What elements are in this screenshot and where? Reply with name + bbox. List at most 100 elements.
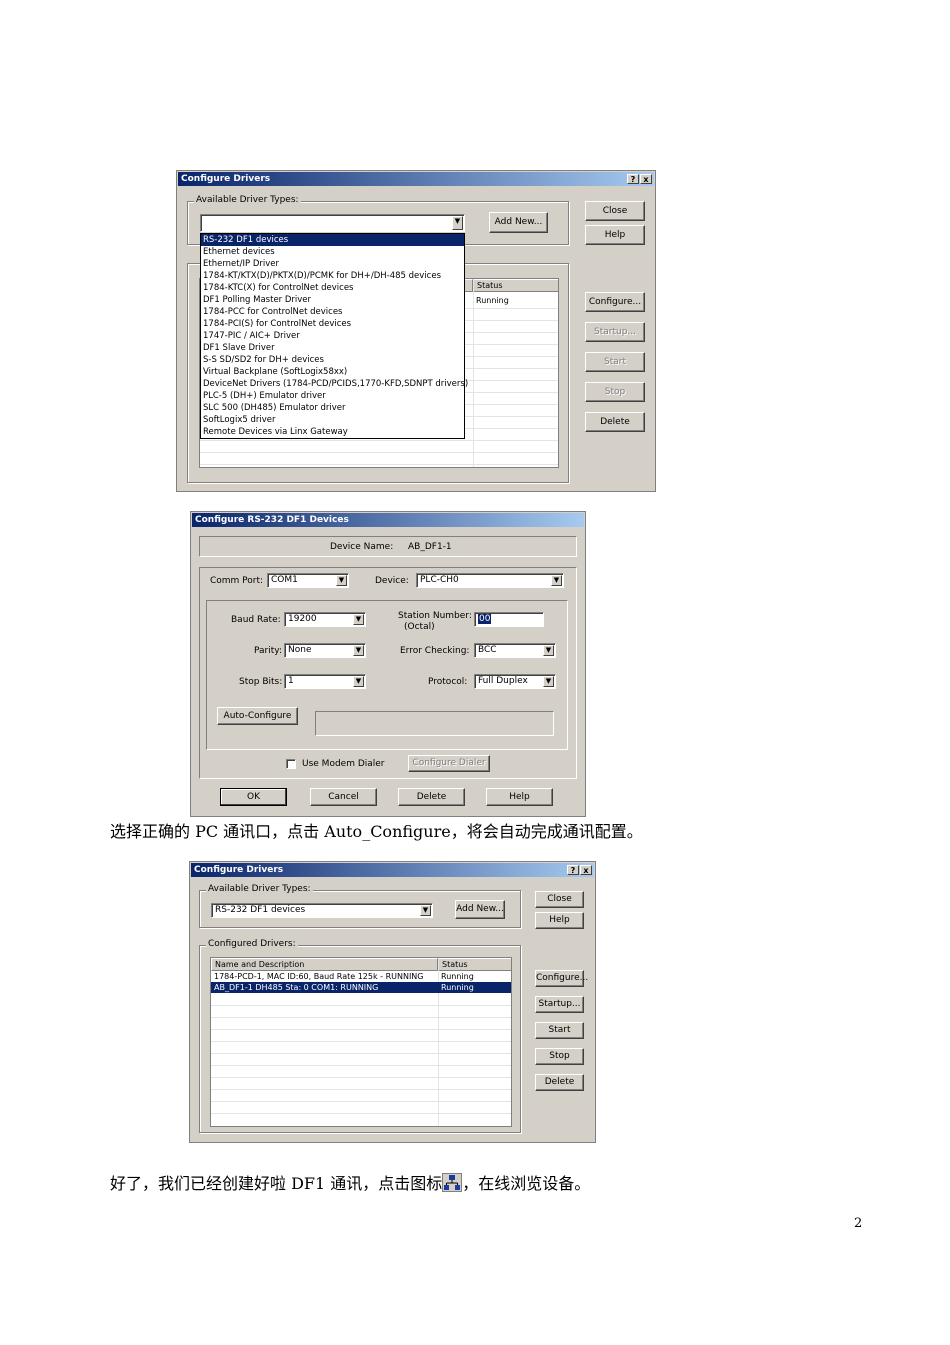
list-item[interactable]: 1747-PIC / AIC+ Driver [201, 330, 464, 342]
station-number-sublabel: (Octal) [404, 622, 435, 632]
list-item[interactable]: DeviceNet Drivers (1784-PCD/PCIDS,1770-K… [201, 378, 468, 390]
list-item[interactable]: 1784-KTC(X) for ControlNet devices [201, 282, 464, 294]
baud-rate-select[interactable]: 19200 ▼ [284, 612, 366, 627]
parity-label: Parity: [254, 646, 282, 656]
error-checking-label: Error Checking: [400, 646, 470, 656]
configured-drivers-label: Configured Drivers: [206, 939, 298, 949]
startup-button[interactable]: Startup... [535, 996, 584, 1013]
column-header-name[interactable]: Name and Description [211, 958, 438, 971]
driver-type-select[interactable]: ▼ [200, 214, 465, 232]
help-icon[interactable]: ? [567, 865, 579, 875]
help-icon[interactable]: ? [627, 174, 639, 184]
list-item[interactable]: DF1 Slave Driver [201, 342, 464, 354]
device-name-panel: Device Name: AB_DF1-1 [199, 536, 577, 557]
list-item[interactable]: Remote Devices via Linx Gateway [201, 426, 464, 438]
column-header-status[interactable]: Status [438, 958, 511, 971]
dialog-title: Configure Drivers ? x [178, 172, 654, 186]
chevron-down-icon[interactable]: ▼ [353, 645, 364, 656]
configure-drivers-dialog-2: Configure Drivers ? x Available Driver T… [189, 861, 596, 1143]
configure-button[interactable]: Configure... [535, 970, 588, 987]
chevron-down-icon[interactable]: ▼ [543, 645, 554, 656]
help-button[interactable]: Help [486, 788, 553, 806]
configure-drivers-dialog-1: Configure Drivers ? x Available Driver T… [176, 170, 656, 492]
list-item[interactable]: 1784-KT/KTX(D)/PKTX(D)/PCMK for DH+/DH-4… [201, 270, 464, 282]
start-button[interactable]: Start [585, 352, 645, 372]
parity-select[interactable]: None ▼ [284, 643, 366, 658]
baud-rate-label: Baud Rate: [231, 615, 281, 625]
list-item[interactable]: RS-232 DF1 devices [201, 234, 464, 246]
station-number-input[interactable]: 00 [474, 612, 544, 627]
add-new-button[interactable]: Add New... [455, 900, 505, 919]
list-item[interactable]: Ethernet devices [201, 246, 464, 258]
stop-button[interactable]: Stop [535, 1048, 584, 1065]
chevron-down-icon[interactable]: ▼ [420, 905, 431, 916]
driver-type-select[interactable]: RS-232 DF1 devices ▼ [211, 903, 433, 918]
station-number-label: Station Number: [398, 611, 472, 621]
column-header-status[interactable]: Status [473, 279, 558, 292]
close-button[interactable]: Close [585, 201, 645, 221]
list-item[interactable]: 1784-PCI(S) for ControlNet devices [201, 318, 464, 330]
name-cell: 1784-PCD-1, MAC ID:60, Baud Rate 125k - … [214, 972, 424, 981]
stop-bits-label: Stop Bits: [239, 677, 283, 687]
error-checking-select[interactable]: BCC ▼ [474, 643, 556, 658]
list-item[interactable]: 1784-PCC for ControlNet devices [201, 306, 464, 318]
add-new-button[interactable]: Add New... [489, 212, 548, 233]
instruction-paragraph-1: 选择正确的 PC 通讯口，点击 Auto_Configure，将会自动完成通讯配… [110, 822, 643, 841]
delete-button[interactable]: Delete [535, 1074, 584, 1091]
chevron-down-icon[interactable]: ▼ [551, 575, 562, 586]
startup-button[interactable]: Startup... [585, 322, 645, 342]
status-cell: Running [441, 983, 474, 992]
delete-button[interactable]: Delete [585, 412, 645, 432]
instruction-paragraph-2: 好了，我们已经创建好啦 DF1 通讯，点击图标 ，在线浏览设备。 [110, 1173, 591, 1193]
close-icon[interactable]: x [580, 865, 592, 875]
auto-configure-status-box [315, 711, 554, 736]
chevron-down-icon[interactable]: ▼ [336, 575, 347, 586]
configure-rs232-dialog: Configure RS-232 DF1 Devices Device Name… [190, 511, 586, 817]
list-item[interactable]: SLC 500 (DH485) Emulator driver [201, 402, 464, 414]
comm-port-select[interactable]: COM1 ▼ [267, 573, 349, 588]
delete-button[interactable]: Delete [398, 788, 465, 806]
start-button[interactable]: Start [535, 1022, 584, 1039]
list-item[interactable]: Ethernet/IP Driver [201, 258, 464, 270]
table-row[interactable]: AB_DF1-1 DH485 Sta: 0 COM1: RUNNING Runn… [211, 982, 511, 993]
status-cell: Running [441, 972, 474, 981]
list-item[interactable]: PLC-5 (DH+) Emulator driver [201, 390, 464, 402]
device-name-value: AB_DF1-1 [408, 542, 452, 552]
help-button[interactable]: Help [585, 225, 645, 245]
driver-types-dropdown[interactable]: RS-232 DF1 devices Ethernet devices Ethe… [200, 233, 468, 439]
device-select[interactable]: PLC-CH0 ▼ [416, 573, 564, 588]
list-item[interactable]: Virtual Backplane (SoftLogix58xx) [201, 366, 464, 378]
close-button[interactable]: Close [535, 891, 584, 908]
cancel-button[interactable]: Cancel [310, 788, 377, 806]
auto-configure-button[interactable]: Auto-Configure [217, 707, 298, 725]
table-row[interactable]: 1784-PCD-1, MAC ID:60, Baud Rate 125k - … [211, 971, 511, 982]
available-driver-types-group: Available Driver Types: RS-232 DF1 devic… [199, 884, 521, 928]
device-label: Device: [375, 576, 409, 586]
dialog-title: Configure RS-232 DF1 Devices [192, 513, 584, 527]
chevron-down-icon[interactable]: ▼ [452, 216, 463, 230]
list-item[interactable]: SoftLogix5 driver [201, 414, 464, 426]
stop-button[interactable]: Stop [585, 382, 645, 402]
configure-dialer-button[interactable]: Configure Dialer [408, 755, 490, 772]
chevron-down-icon[interactable]: ▼ [353, 614, 364, 625]
protocol-label: Protocol: [428, 677, 468, 687]
chevron-down-icon[interactable]: ▼ [353, 676, 364, 687]
stop-bits-select[interactable]: 1 ▼ [284, 674, 366, 689]
configure-button[interactable]: Configure... [585, 292, 645, 312]
use-modem-dialer-checkbox[interactable] [286, 759, 296, 769]
chevron-down-icon[interactable]: ▼ [543, 676, 554, 687]
status-cell: Running [476, 296, 509, 305]
ok-button[interactable]: OK [220, 788, 287, 806]
configured-drivers-list[interactable]: Name and Description Status 1784-PCD-1, … [210, 957, 512, 1127]
comm-port-label: Comm Port: [210, 576, 264, 586]
list-item[interactable]: S-S SD/SD2 for DH+ devices [201, 354, 464, 366]
page-number: 2 [854, 1216, 863, 1231]
network-browse-icon [442, 1173, 463, 1192]
available-driver-types-label: Available Driver Types: [194, 195, 301, 205]
list-item[interactable]: DF1 Polling Master Driver [201, 294, 464, 306]
use-modem-dialer-label: Use Modem Dialer [302, 759, 385, 769]
close-icon[interactable]: x [640, 174, 652, 184]
protocol-select[interactable]: Full Duplex ▼ [474, 674, 556, 689]
dialog-title: Configure Drivers ? x [191, 863, 594, 877]
help-button[interactable]: Help [535, 912, 584, 929]
